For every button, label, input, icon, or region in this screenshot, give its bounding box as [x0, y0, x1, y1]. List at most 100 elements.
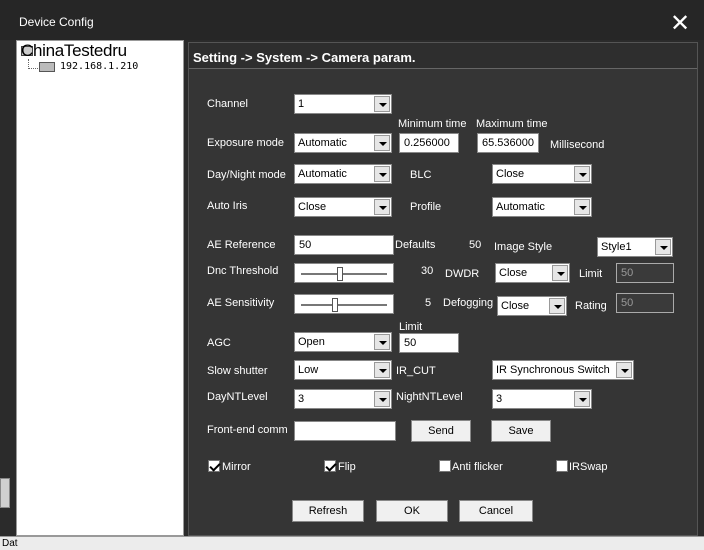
- dnc-threshold-slider[interactable]: [294, 263, 394, 283]
- device-config-window: Device Config ✕ ChinaTestedru 192.168.1.…: [0, 0, 704, 536]
- irswap-checkbox[interactable]: [556, 460, 568, 472]
- night-nt-level-value: 3: [496, 393, 503, 405]
- ir-cut-label: IR_CUT: [396, 365, 436, 377]
- blc-label: BLC: [410, 169, 432, 181]
- slider-track: [301, 304, 387, 306]
- slider-thumb[interactable]: [332, 298, 339, 312]
- slow-shutter-select[interactable]: Low: [294, 360, 392, 380]
- agc-value: Open: [298, 336, 325, 348]
- channel-value: 1: [298, 98, 305, 110]
- profile-value: Automatic: [496, 201, 545, 213]
- day-nt-level-select[interactable]: 3: [294, 389, 392, 409]
- defogging-rating-label: Rating: [575, 300, 607, 312]
- day-night-select[interactable]: Automatic: [294, 164, 392, 184]
- ae-reference-input[interactable]: 50: [294, 235, 394, 255]
- send-button[interactable]: Send: [411, 420, 471, 442]
- day-nt-level-label: DayNTLevel: [207, 391, 268, 403]
- defaults-value: 50: [469, 239, 482, 251]
- chevron-down-icon: [374, 135, 390, 151]
- channel-label: Channel: [207, 98, 248, 110]
- night-nt-level-label: NightNTLevel: [396, 391, 463, 403]
- night-nt-level-select[interactable]: 3: [492, 389, 592, 409]
- dwdr-select[interactable]: Close: [495, 263, 570, 283]
- window-title: Device Config: [19, 15, 94, 29]
- anti-flicker-checkbox[interactable]: [439, 460, 451, 472]
- image-style-label: Image Style: [494, 241, 553, 253]
- defogging-label: Defogging: [443, 297, 494, 309]
- defogging-select[interactable]: Close: [497, 296, 567, 316]
- panel-header: Setting -> System -> Camera param.: [189, 43, 697, 69]
- irswap-label: IRSwap: [569, 461, 608, 473]
- scrollbar-stub[interactable]: [0, 478, 10, 508]
- dnc-threshold-label: Dnc Threshold: [207, 265, 279, 277]
- day-night-label: Day/Night mode: [207, 169, 286, 181]
- millisecond-unit: Millisecond: [550, 139, 605, 151]
- defogging-rating-input[interactable]: 50: [616, 293, 674, 313]
- slider-track: [301, 273, 387, 275]
- mirror-label: Mirror: [222, 461, 251, 473]
- slow-shutter-label: Slow shutter: [207, 365, 268, 377]
- flip-label: Flip: [338, 461, 356, 473]
- channel-select[interactable]: 1: [294, 94, 392, 114]
- day-nt-level-value: 3: [298, 393, 305, 405]
- chevron-down-icon: [574, 391, 590, 407]
- settings-panel: Setting -> System -> Camera param. Chann…: [188, 42, 698, 536]
- exposure-mode-select[interactable]: Automatic: [294, 133, 392, 153]
- chevron-down-icon: [655, 239, 671, 255]
- save-button[interactable]: Save: [491, 420, 551, 442]
- profile-select[interactable]: Automatic: [492, 197, 592, 217]
- status-text: Dat: [2, 538, 18, 549]
- dnc-threshold-value: 30: [421, 265, 434, 277]
- status-bar: Dat: [0, 536, 704, 550]
- slow-shutter-value: Low: [298, 364, 319, 376]
- ae-sensitivity-value: 5: [425, 297, 432, 309]
- profile-label: Profile: [410, 201, 442, 213]
- flip-checkbox[interactable]: [324, 460, 336, 472]
- agc-select[interactable]: Open: [294, 332, 392, 352]
- chevron-down-icon: [574, 199, 590, 215]
- auto-iris-select[interactable]: Close: [294, 197, 392, 217]
- auto-iris-value: Close: [298, 201, 327, 213]
- agc-limit-label: Limit: [399, 321, 423, 333]
- chevron-down-icon: [616, 362, 632, 378]
- min-time-input[interactable]: 0.256000: [399, 133, 459, 153]
- cancel-button[interactable]: Cancel: [459, 500, 533, 522]
- max-time-input[interactable]: 65.536000: [477, 133, 539, 153]
- agc-limit-input[interactable]: 50: [399, 333, 459, 353]
- blc-value: Close: [496, 168, 525, 180]
- image-style-select[interactable]: Style1: [597, 237, 673, 257]
- chevron-down-icon: [374, 391, 390, 407]
- mirror-checkbox[interactable]: [208, 460, 220, 472]
- refresh-button[interactable]: Refresh: [292, 500, 364, 522]
- title-bar[interactable]: Device Config ✕: [0, 0, 704, 40]
- front-end-comm-input[interactable]: [294, 421, 396, 441]
- tree-root-label[interactable]: ChinaTestedru: [21, 41, 127, 61]
- chevron-down-icon: [374, 362, 390, 378]
- camera-device-icon: [39, 62, 55, 72]
- dwdr-label: DWDR: [445, 268, 480, 280]
- chevron-down-icon: [574, 166, 590, 182]
- anti-flicker-label: Anti flicker: [452, 461, 503, 473]
- exposure-mode-label: Exposure mode: [207, 137, 285, 149]
- ae-sensitivity-slider[interactable]: [294, 294, 394, 314]
- day-night-value: Automatic: [298, 168, 347, 180]
- tree-connector: [28, 59, 38, 69]
- dwdr-value: Close: [499, 267, 528, 279]
- tree-device-item[interactable]: 192.168.1.210: [60, 61, 138, 72]
- ae-reference-label: AE Reference: [207, 239, 276, 251]
- slider-thumb[interactable]: [336, 267, 343, 281]
- breadcrumb: Setting -> System -> Camera param.: [193, 50, 416, 65]
- chevron-down-icon: [374, 166, 390, 182]
- defogging-value: Close: [501, 300, 530, 312]
- image-style-value: Style1: [601, 241, 632, 253]
- device-tree: ChinaTestedru 192.168.1.210: [16, 40, 184, 536]
- close-button[interactable]: ✕: [668, 12, 692, 37]
- dwdr-limit-input[interactable]: 50: [616, 263, 674, 283]
- max-time-label: Maximum time: [476, 118, 548, 130]
- ir-cut-select[interactable]: IR Synchronous Switch: [492, 360, 634, 380]
- chevron-down-icon: [374, 334, 390, 350]
- ok-button[interactable]: OK: [376, 500, 448, 522]
- chevron-down-icon: [552, 265, 568, 281]
- chevron-down-icon: [374, 96, 390, 112]
- blc-select[interactable]: Close: [492, 164, 592, 184]
